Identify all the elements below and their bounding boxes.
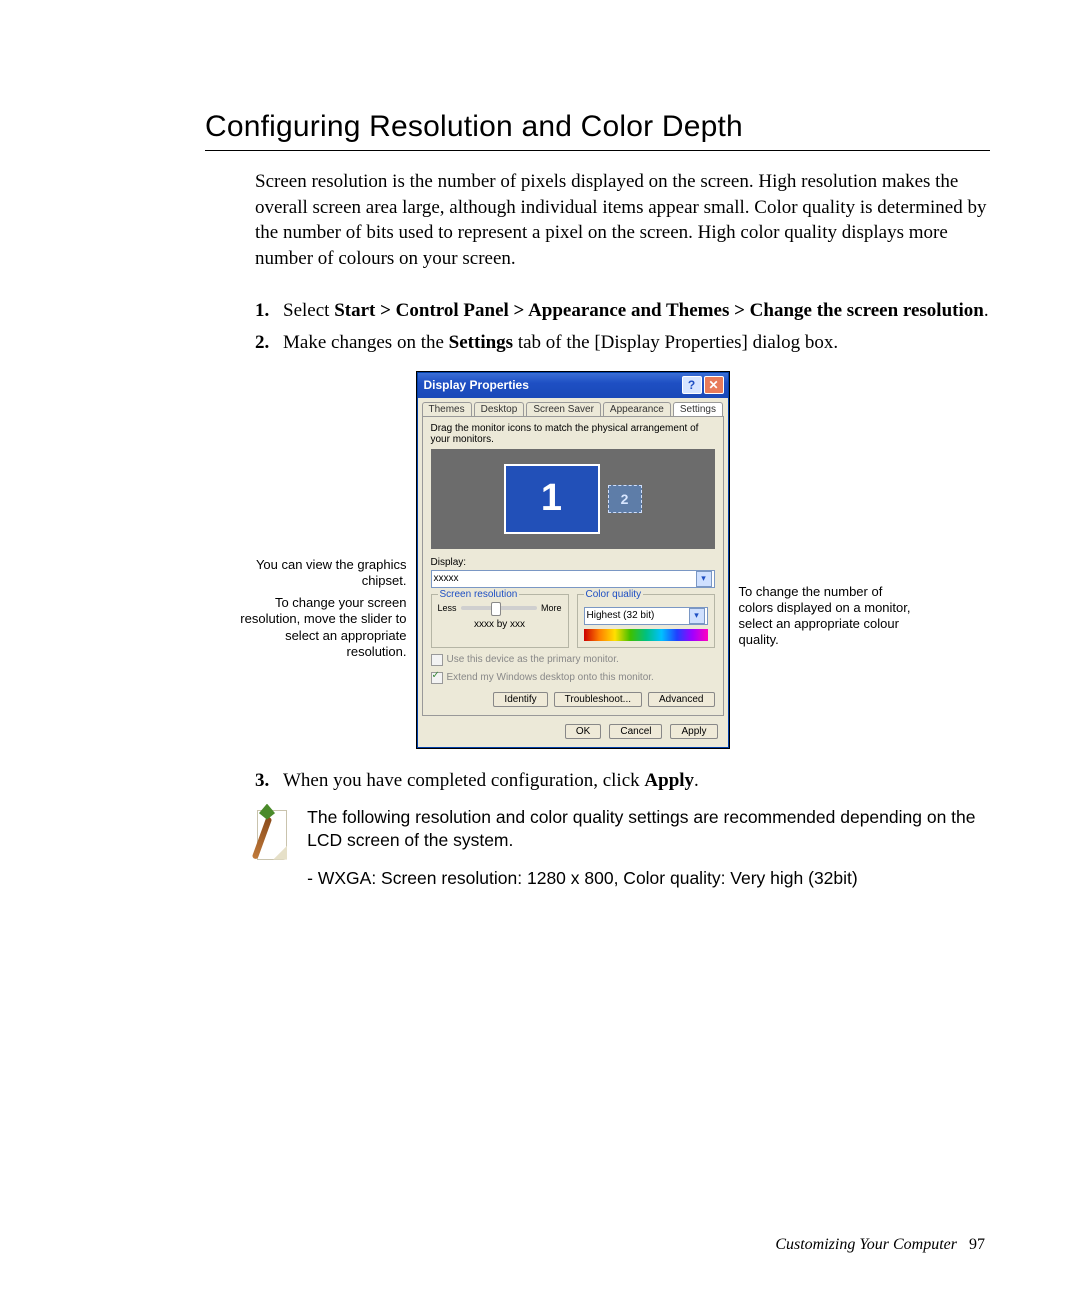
primary-monitor-label: Use this device as the primary monitor. bbox=[447, 654, 619, 665]
extend-desktop-label: Extend my Windows desktop onto this moni… bbox=[447, 672, 654, 683]
primary-monitor-checkbox: Use this device as the primary monitor. bbox=[431, 654, 715, 666]
note-line-1: The following resolution and color quali… bbox=[307, 806, 990, 853]
step-2-a: Make changes on the bbox=[283, 332, 449, 353]
display-value: xxxxx bbox=[434, 573, 459, 584]
apply-button[interactable]: Apply bbox=[670, 724, 717, 739]
callout-right: To change the number of colors displayed… bbox=[739, 372, 919, 655]
chevron-down-icon: ▾ bbox=[689, 608, 705, 624]
step-2: 2. Make changes on the Settings tab of t… bbox=[255, 332, 990, 354]
ok-button[interactable]: OK bbox=[565, 724, 601, 739]
advanced-button[interactable]: Advanced bbox=[648, 692, 714, 707]
step-3-b: . bbox=[694, 770, 699, 791]
callout-graphics-chipset: You can view the graphics chipset. bbox=[227, 557, 407, 590]
color-quality-legend: Color quality bbox=[584, 589, 644, 600]
resolution-legend: Screen resolution bbox=[438, 589, 520, 600]
page-title: Configuring Resolution and Color Depth bbox=[205, 110, 990, 144]
step-1-pre: Select bbox=[283, 300, 334, 321]
monitor-2[interactable]: 2 bbox=[608, 485, 642, 513]
step-3-a: When you have completed configuration, c… bbox=[283, 770, 644, 791]
title-rule bbox=[205, 150, 990, 151]
footer-text: Customizing Your Computer bbox=[775, 1236, 957, 1253]
color-quality-value: Highest (32 bit) bbox=[587, 610, 655, 621]
step-3-bold: Apply bbox=[644, 770, 694, 791]
note-icon bbox=[255, 806, 289, 860]
figure-display-properties: You can view the graphics chipset. To ch… bbox=[155, 372, 990, 748]
step-3: 3. When you have completed configuration… bbox=[255, 770, 990, 792]
dialog-title: Display Properties bbox=[424, 378, 680, 392]
extend-desktop-checkbox: Extend my Windows desktop onto this moni… bbox=[431, 672, 715, 684]
step-1-post: . bbox=[984, 300, 989, 321]
identify-button[interactable]: Identify bbox=[493, 692, 547, 707]
settings-panel: Drag the monitor icons to match the phys… bbox=[422, 416, 724, 716]
step-1: 1. Select Start > Control Panel > Appear… bbox=[255, 300, 990, 322]
page-number: 97 bbox=[969, 1236, 985, 1253]
color-quality-group: Color quality Highest (32 bit) ▾ bbox=[577, 594, 715, 648]
tab-desktop[interactable]: Desktop bbox=[474, 402, 525, 416]
troubleshoot-button[interactable]: Troubleshoot... bbox=[554, 692, 642, 707]
slider-more-label: More bbox=[541, 603, 562, 613]
display-properties-dialog: Display Properties ? ✕ Themes Desktop Sc… bbox=[417, 372, 729, 748]
screen-resolution-group: Screen resolution Less More xxxx by xxx bbox=[431, 594, 569, 648]
titlebar: Display Properties ? ✕ bbox=[418, 373, 728, 398]
note-line-2: - WXGA: Screen resolution: 1280 x 800, C… bbox=[307, 867, 990, 891]
callout-color-quality: To change the number of colors displayed… bbox=[739, 584, 919, 649]
chevron-down-icon: ▾ bbox=[696, 571, 712, 587]
callout-resolution-slider: To change your screen resolution, move t… bbox=[227, 595, 407, 660]
tab-settings[interactable]: Settings bbox=[673, 402, 723, 416]
monitor-1[interactable]: 1 bbox=[504, 464, 600, 534]
tab-appearance[interactable]: Appearance bbox=[603, 402, 671, 416]
resolution-value: xxxx by xxx bbox=[438, 619, 562, 630]
callout-left: You can view the graphics chipset. To ch… bbox=[227, 372, 407, 667]
step-2-bold: Settings bbox=[449, 332, 513, 353]
tab-screensaver[interactable]: Screen Saver bbox=[526, 402, 601, 416]
step-1-path: Start > Control Panel > Appearance and T… bbox=[334, 300, 984, 321]
display-label: Display: bbox=[431, 557, 715, 568]
monitor-arrangement[interactable]: 1 2 bbox=[431, 449, 715, 549]
arrangement-hint: Drag the monitor icons to match the phys… bbox=[431, 423, 715, 445]
resolution-slider[interactable] bbox=[461, 606, 537, 610]
display-dropdown[interactable]: xxxxx ▾ bbox=[431, 570, 715, 588]
help-icon[interactable]: ? bbox=[682, 376, 702, 394]
note-block: The following resolution and color quali… bbox=[255, 806, 990, 891]
close-icon[interactable]: ✕ bbox=[704, 376, 724, 394]
tab-strip: Themes Desktop Screen Saver Appearance S… bbox=[418, 398, 728, 416]
cancel-button[interactable]: Cancel bbox=[609, 724, 662, 739]
color-quality-dropdown[interactable]: Highest (32 bit) ▾ bbox=[584, 607, 708, 625]
step-2-b: tab of the [Display Properties] dialog b… bbox=[513, 332, 838, 353]
page-footer: Customizing Your Computer 97 bbox=[775, 1236, 985, 1254]
slider-less-label: Less bbox=[438, 603, 457, 613]
intro-text: Screen resolution is the number of pixel… bbox=[255, 169, 990, 272]
color-spectrum bbox=[584, 629, 708, 641]
tab-themes[interactable]: Themes bbox=[422, 402, 472, 416]
